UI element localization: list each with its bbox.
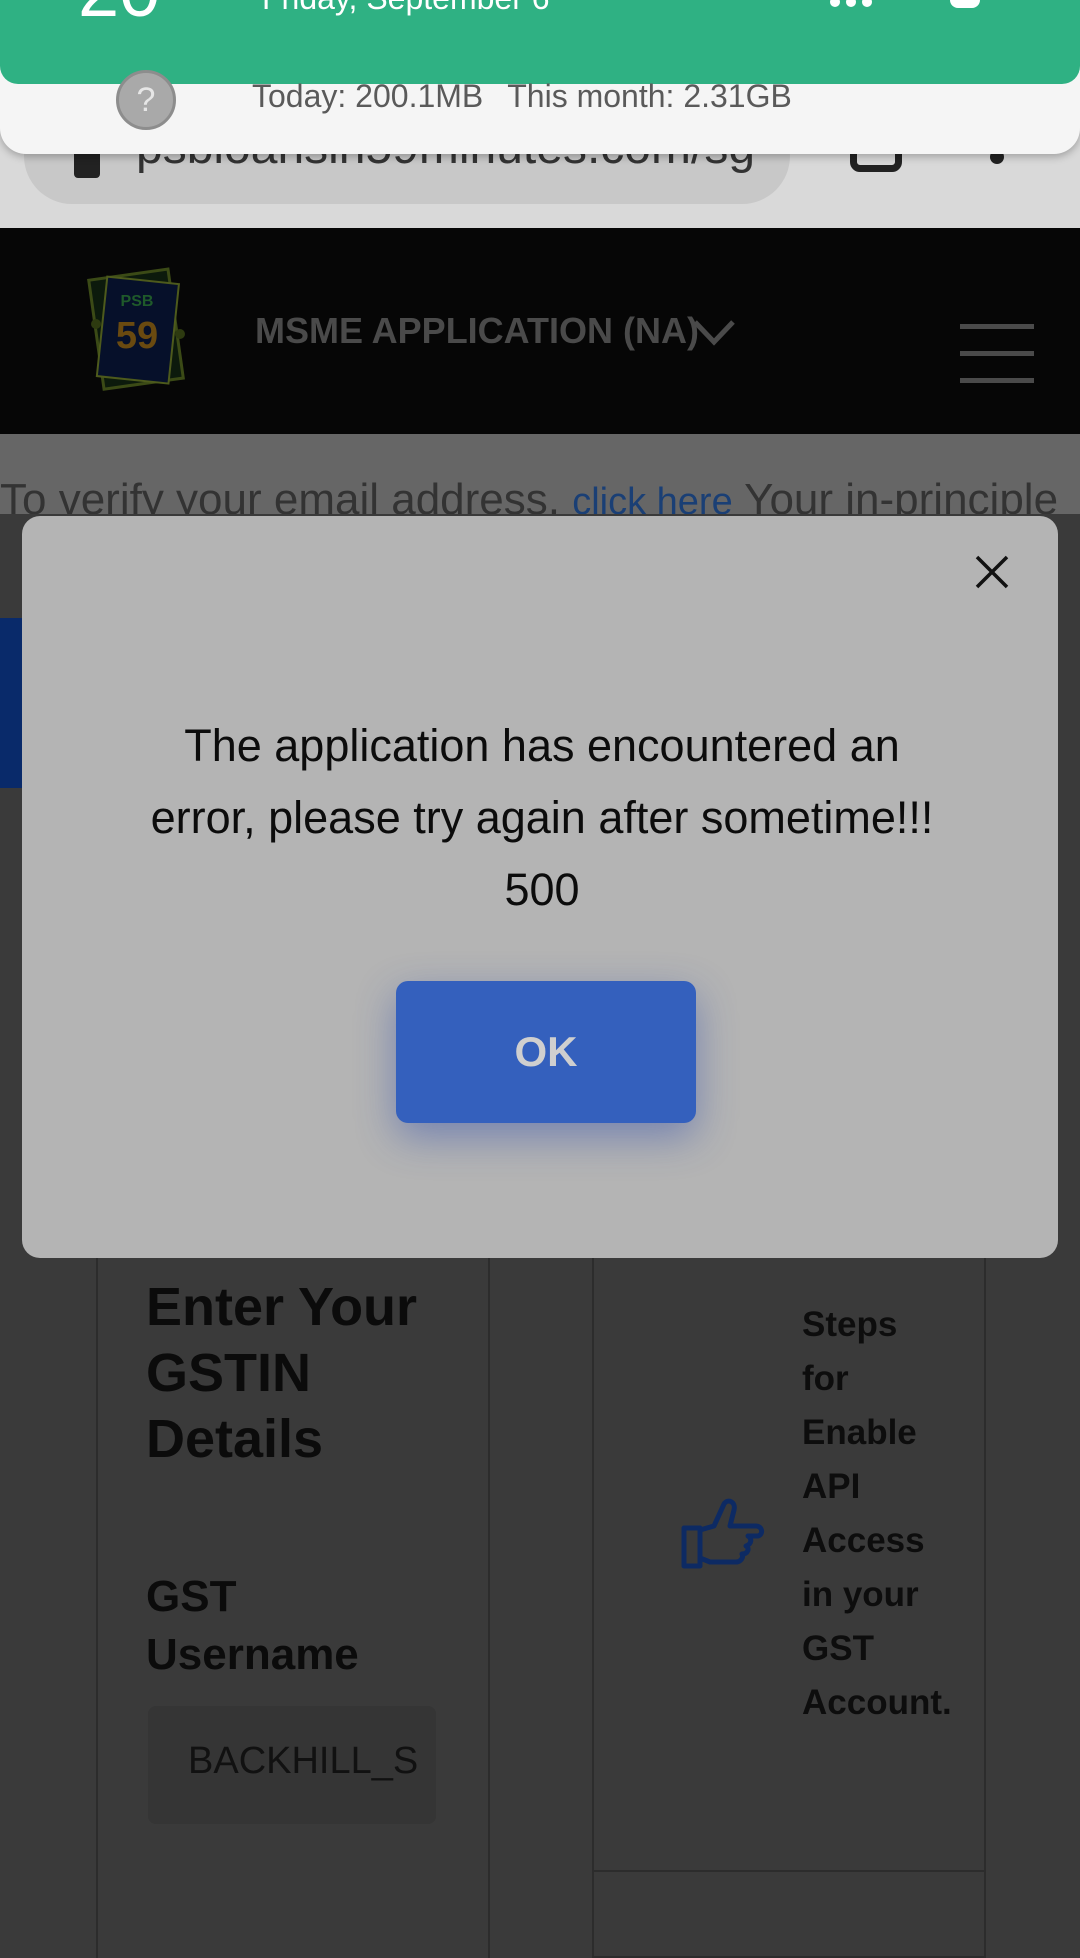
side-banner <box>0 618 24 788</box>
application-switcher[interactable]: MSME APPLICATION (NA) <box>255 310 699 352</box>
email-verify-notice: To verify your email address, click here… <box>0 434 1080 514</box>
svg-text:59: 59 <box>116 315 158 357</box>
data-usage: Today: 200.1MB This month: 2.31GB <box>252 78 792 115</box>
error-dialog: The application has encountered an error… <box>22 516 1058 1258</box>
close-icon[interactable] <box>966 546 1018 598</box>
notification-shade: 20 Friday, September 6 ? Today: 200.1MBT… <box>0 0 1080 154</box>
notice-text-continued: Your in-principle <box>732 475 1059 515</box>
gst-username-label: GST Username <box>146 1572 359 1679</box>
api-steps-link[interactable]: Steps for Enable API Access in your GST … <box>802 1298 952 1730</box>
error-message: The application has encountered an error… <box>150 720 934 915</box>
data-usage-today: Today: 200.1MB <box>252 78 484 114</box>
hamburger-menu-icon[interactable] <box>960 324 1034 405</box>
thumbs-pointing-icon <box>681 1498 765 1569</box>
clock: 20 <box>78 0 160 28</box>
card-divider <box>592 1870 986 1872</box>
lock-icon <box>74 150 100 178</box>
psb59-logo: PSB 59 <box>87 267 185 391</box>
site-header: PSB 59 MSME APPLICATION (NA) <box>0 228 1080 434</box>
chevron-down-icon[interactable] <box>692 318 736 348</box>
gstin-heading: Enter Your GSTIN Details <box>146 1277 418 1469</box>
svg-text:PSB: PSB <box>121 293 154 310</box>
verify-email-link[interactable]: click here <box>572 481 733 514</box>
more-icon[interactable] <box>830 0 878 12</box>
data-usage-month: This month: 2.31GB <box>507 78 792 114</box>
notification-header: 20 Friday, September 6 <box>0 0 1080 84</box>
date: Friday, September 6 <box>262 0 550 14</box>
settings-icon[interactable] <box>950 0 980 8</box>
ok-button[interactable]: OK <box>396 981 696 1123</box>
gst-username-input[interactable]: BACKHILL_S <box>148 1706 436 1824</box>
help-icon[interactable]: ? <box>116 70 176 130</box>
notice-text: To verify your email address, <box>0 475 573 515</box>
